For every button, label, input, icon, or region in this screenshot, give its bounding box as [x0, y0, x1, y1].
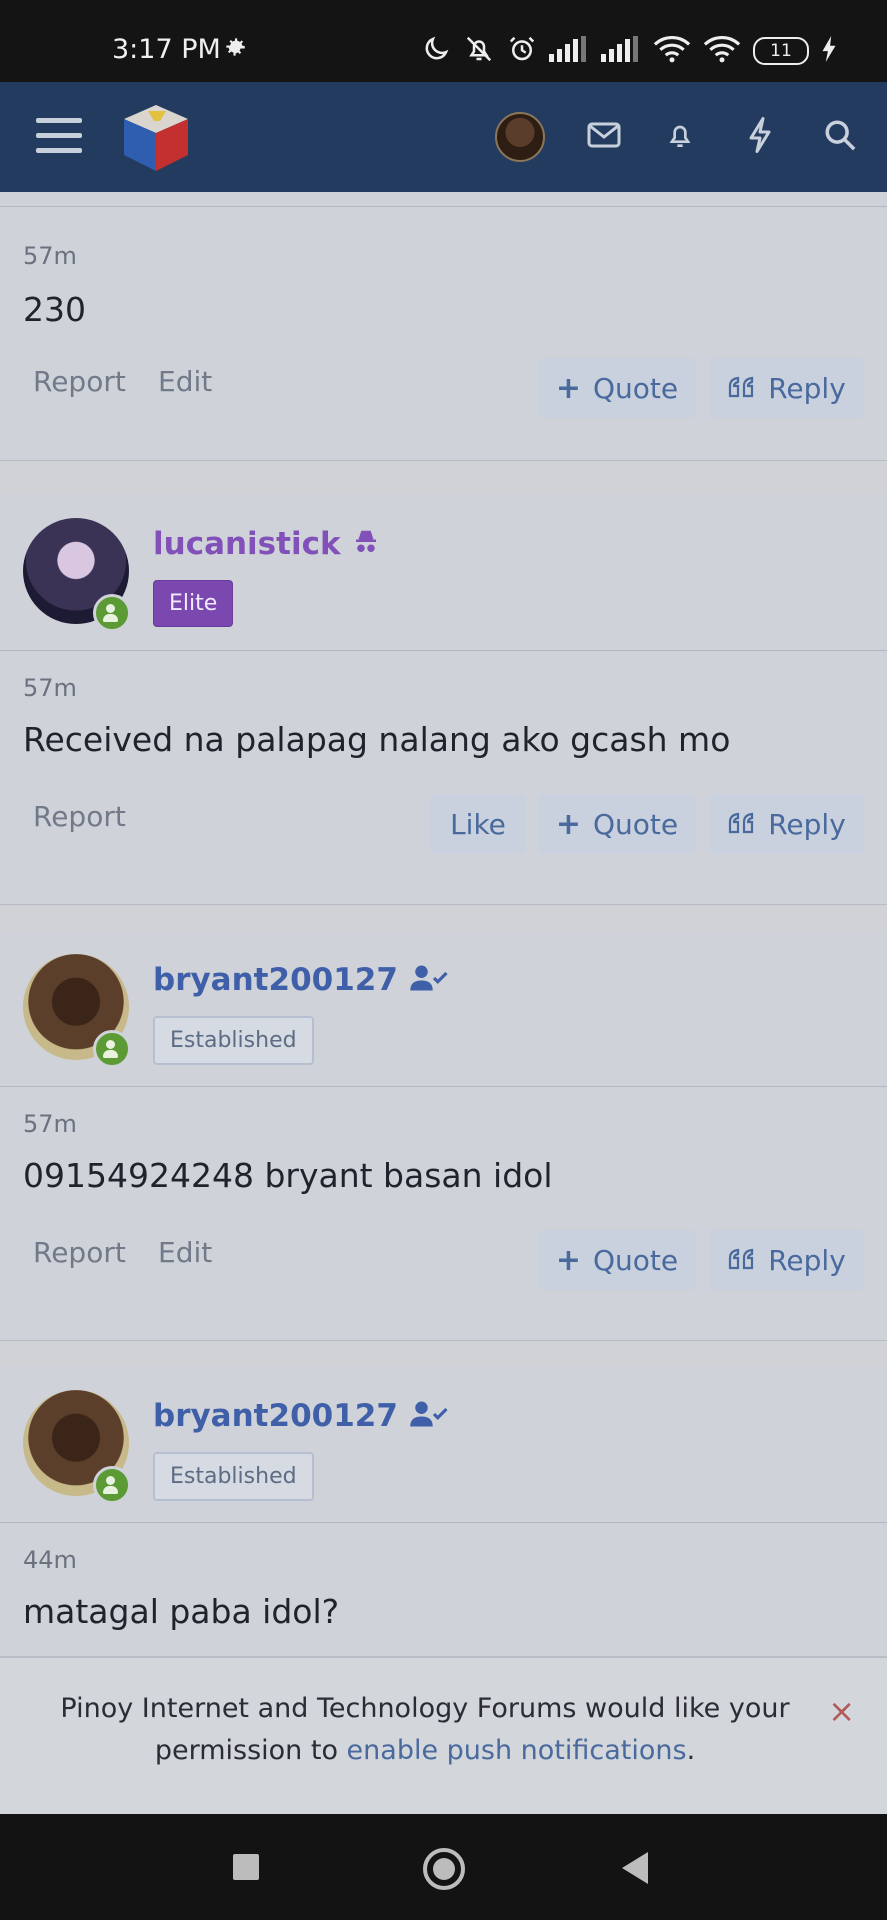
user-badge: Established: [153, 1452, 314, 1501]
reply-label: Reply: [768, 371, 846, 405]
post-message: matagal paba idol?: [23, 1592, 340, 1631]
search-button[interactable]: [812, 82, 868, 192]
post: 57m 230 Report Edit + Quote Reply: [0, 192, 887, 461]
home-button-icon[interactable]: [423, 1848, 465, 1890]
quote-marks-icon: [728, 808, 756, 841]
thread-content: 57m 230 Report Edit + Quote Reply lucani…: [0, 192, 887, 1656]
edit-link[interactable]: Edit: [158, 1236, 212, 1269]
notice-text: Pinoy Internet and Technology Forums wou…: [40, 1688, 810, 1772]
quote-button[interactable]: + Quote: [538, 358, 696, 418]
report-link[interactable]: Report: [33, 800, 126, 833]
post-header: bryant200127 Established: [0, 930, 887, 1087]
user-badge: Elite: [153, 580, 234, 627]
enable-push-link[interactable]: enable push notifications: [347, 1735, 687, 1766]
online-status-icon: [93, 1466, 131, 1504]
post: lucanistick Elite 57m Received na palapa…: [0, 494, 887, 905]
bell-icon: [664, 119, 696, 155]
charging-bolt-icon: [821, 36, 837, 66]
reply-button[interactable]: Reply: [710, 358, 864, 418]
signal-icon: [549, 36, 589, 66]
verified-user-icon: [409, 962, 449, 998]
whats-new-button[interactable]: [732, 82, 788, 192]
post-time: 44m: [23, 1546, 77, 1574]
username-text: bryant200127: [153, 962, 398, 998]
user-badge: Established: [153, 1016, 314, 1065]
notice-period: .: [686, 1735, 696, 1766]
post-header: bryant200127 Established: [0, 1366, 887, 1523]
post: bryant200127 Established 57m 09154924248…: [0, 930, 887, 1341]
reply-button[interactable]: Reply: [710, 1230, 864, 1290]
post-message: 230: [23, 290, 86, 329]
moon-icon: [421, 34, 451, 68]
status-time: 3:17 PM: [112, 34, 221, 65]
post-message: Received na palapag nalang ako gcash mo: [23, 720, 731, 759]
post: bryant200127 Established 44m matagal pab…: [0, 1366, 887, 1656]
battery-indicator: 11: [753, 37, 809, 65]
reply-label: Reply: [768, 1243, 846, 1277]
username[interactable]: lucanistick: [153, 526, 381, 562]
quote-label: Quote: [593, 371, 679, 405]
cube-logo-icon: [124, 105, 188, 171]
system-navigation-bar: [0, 1814, 887, 1920]
quote-marks-icon: [728, 372, 756, 405]
post-time: 57m: [23, 674, 77, 702]
quote-button[interactable]: + Quote: [538, 1230, 696, 1290]
report-link[interactable]: Report: [33, 1236, 126, 1269]
post-header-divider: [0, 206, 887, 207]
quote-label: Quote: [593, 807, 679, 841]
push-notification-notice: Pinoy Internet and Technology Forums wou…: [0, 1656, 887, 1816]
hamburger-icon: [36, 116, 82, 158]
like-label: Like: [450, 807, 506, 841]
online-status-icon: [93, 594, 131, 632]
plus-icon: +: [555, 370, 581, 406]
top-navbar: [0, 82, 887, 192]
search-icon: [823, 118, 857, 156]
online-status-icon: [93, 1030, 131, 1068]
envelope-icon: [587, 122, 621, 152]
inbox-button[interactable]: [576, 82, 632, 192]
recents-button-icon[interactable]: [233, 1854, 259, 1880]
incognito-icon: [351, 526, 381, 562]
alarm-icon: [507, 34, 537, 68]
like-button[interactable]: Like: [430, 794, 526, 854]
quote-marks-icon: [728, 1244, 756, 1277]
reply-label: Reply: [768, 807, 846, 841]
plus-icon: +: [555, 1242, 581, 1278]
close-icon[interactable]: ×: [828, 1692, 855, 1730]
wifi-icon: [653, 35, 691, 67]
reply-button[interactable]: Reply: [710, 794, 864, 854]
avatar: [495, 112, 545, 162]
signal-icon: [601, 36, 641, 66]
lightning-bolt-icon: [746, 117, 774, 157]
settings-gear-icon: [222, 34, 248, 64]
report-link[interactable]: Report: [33, 365, 126, 398]
plus-icon: +: [555, 806, 581, 842]
username-text: bryant200127: [153, 1398, 398, 1434]
menu-button[interactable]: [20, 82, 98, 192]
username[interactable]: bryant200127: [153, 1398, 449, 1434]
post-message: 09154924248 bryant basan idol: [23, 1156, 553, 1195]
account-avatar-button[interactable]: [490, 82, 550, 192]
edit-link[interactable]: Edit: [158, 365, 212, 398]
quote-label: Quote: [593, 1243, 679, 1277]
post-time: 57m: [23, 1110, 77, 1138]
username[interactable]: bryant200127: [153, 962, 449, 998]
silent-bell-icon: [463, 34, 495, 68]
wifi-icon: [703, 35, 741, 67]
verified-user-icon: [409, 1398, 449, 1434]
post-time: 57m: [23, 242, 77, 270]
post-header: lucanistick Elite: [0, 494, 887, 651]
back-button-icon[interactable]: [622, 1852, 648, 1884]
username-text: lucanistick: [153, 526, 341, 562]
quote-button[interactable]: + Quote: [538, 794, 696, 854]
status-bar: 3:17 PM 11: [0, 0, 887, 82]
alerts-button[interactable]: [652, 82, 708, 192]
site-logo[interactable]: [116, 82, 196, 192]
